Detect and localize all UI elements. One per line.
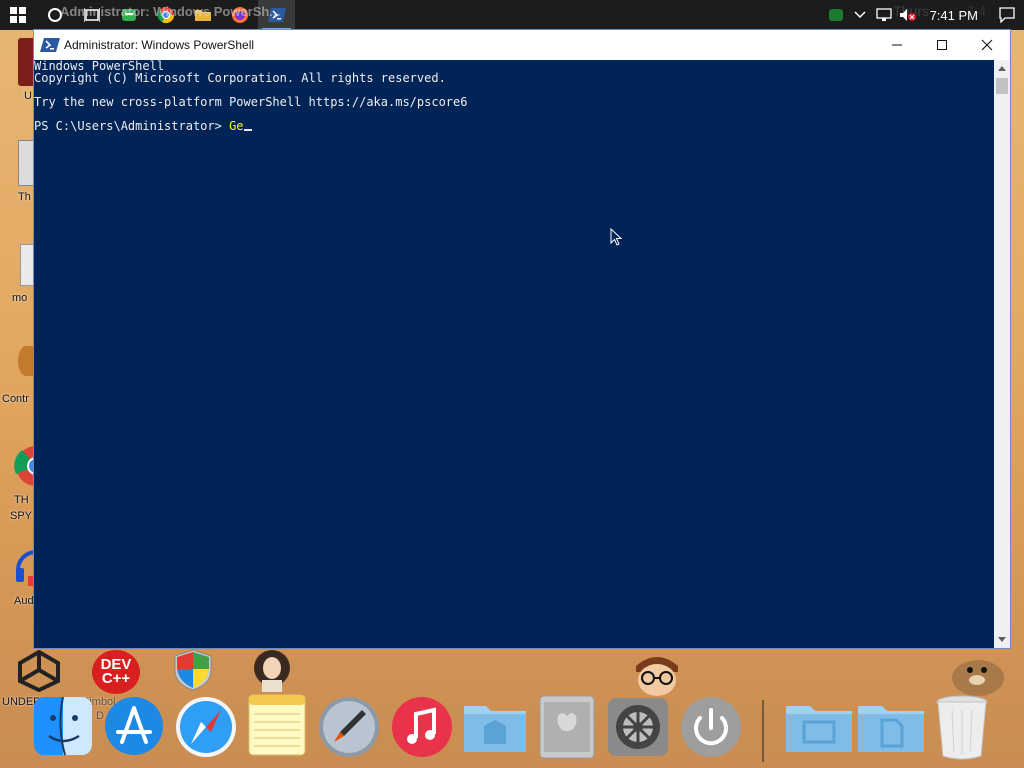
mac-pro-icon[interactable] [536, 694, 598, 760]
folder-document-icon[interactable] [856, 700, 926, 754]
powershell-icon [40, 38, 60, 52]
power-icon[interactable] [680, 696, 742, 758]
task-view-button[interactable] [73, 0, 110, 30]
maximize-icon [937, 40, 947, 50]
desktop-icon-4[interactable] [18, 346, 34, 376]
green-app-icon [828, 9, 843, 21]
window-title: Administrator: Windows PowerShell [64, 38, 255, 52]
trash-icon[interactable] [934, 694, 990, 760]
folder-icon [194, 10, 211, 21]
desktop-label-2: Th [18, 191, 31, 203]
finder-icon[interactable] [33, 696, 93, 756]
notes-icon[interactable] [248, 694, 306, 756]
scroll-down-button[interactable] [994, 632, 1010, 648]
desktop-label-1: U [24, 90, 32, 102]
desktop-label-4: Contr [2, 393, 29, 405]
launchpad-icon[interactable] [318, 696, 380, 758]
text-cursor [243, 129, 252, 131]
notification-icon [999, 7, 1015, 23]
console-line: Try the new cross-platform PowerShell ht… [34, 95, 468, 109]
mouse-pointer-icon [610, 228, 622, 246]
portrait-icon[interactable] [248, 648, 296, 692]
volume-button[interactable] [896, 0, 920, 30]
network-button[interactable] [872, 0, 896, 30]
dock [0, 694, 1024, 768]
show-hidden-icons-button[interactable] [848, 0, 872, 30]
taskbar-powershell[interactable] [258, 0, 295, 30]
arrow-down-icon [998, 637, 1006, 642]
powershell-icon [267, 8, 286, 22]
maximize-button[interactable] [919, 30, 965, 60]
system-preferences-icon[interactable] [606, 696, 670, 758]
devcpp-label: DEV C++ [100, 656, 132, 687]
tray-clock[interactable]: 7:41 PM [920, 8, 990, 23]
taskbar-firefox[interactable] [221, 0, 258, 30]
arrow-up-icon [998, 66, 1006, 71]
console-line: Copyright (C) Microsoft Corporation. All… [34, 71, 446, 85]
desktop-chrome-icon[interactable] [14, 444, 36, 488]
unity-icon[interactable] [16, 650, 62, 692]
taskbar: Administrator: Windows PowerSh... Thurs … [0, 0, 1024, 30]
taskbar-chrome[interactable] [147, 0, 184, 30]
scroll-up-button[interactable] [994, 60, 1010, 76]
vertical-scrollbar[interactable] [994, 60, 1010, 648]
system-tray: 7:41 PM [824, 0, 1024, 30]
taskbar-chat-app[interactable] [110, 0, 147, 30]
prompt-text: PS C:\Users\Administrator> [34, 119, 230, 133]
dock-separator [762, 700, 764, 762]
task-view-icon [83, 8, 100, 22]
folder-window-icon[interactable] [784, 700, 854, 754]
chrome-icon [157, 7, 174, 24]
action-center-button[interactable] [990, 0, 1024, 30]
safari-icon[interactable] [175, 696, 237, 758]
console-output[interactable]: Windows PowerShell Copyright (C) Microso… [34, 60, 994, 648]
devcpp-icon[interactable]: DEV C++ [92, 650, 140, 694]
cartoon-face-icon[interactable] [630, 652, 684, 696]
folder-library-icon[interactable] [462, 700, 528, 754]
desktop-audio-icon[interactable] [14, 546, 36, 590]
desktop-label-7: Aud [14, 595, 34, 607]
firefox-icon [231, 7, 248, 23]
marmot-icon[interactable] [944, 650, 1008, 696]
close-icon [981, 39, 993, 51]
windows-icon [10, 7, 26, 23]
taskbar-file-explorer[interactable] [184, 0, 221, 30]
typed-command: Ge [229, 119, 244, 133]
minimize-button[interactable] [874, 30, 920, 60]
chevron-down-icon [854, 11, 866, 19]
music-icon[interactable] [391, 696, 453, 758]
app-store-icon[interactable] [104, 696, 164, 756]
close-button[interactable] [964, 30, 1010, 60]
window-titlebar[interactable]: Administrator: Windows PowerShell [34, 30, 1010, 60]
desktop-shortcut-row: UNDER DEV C++ Simbol D th 2 [0, 648, 1024, 722]
desktop-label-3: mo [12, 292, 28, 304]
scrollbar-thumb[interactable] [996, 78, 1008, 94]
powershell-window: Administrator: Windows PowerShell Window… [34, 30, 1010, 648]
shield-icon[interactable] [172, 648, 214, 692]
chat-app-icon [121, 9, 136, 21]
prompt-line: PS C:\Users\Administrator> Ge [34, 120, 252, 132]
desktop-label-5: TH [14, 494, 29, 506]
speaker-muted-icon [899, 9, 916, 21]
desktop-label-6: SPY [10, 510, 33, 522]
tray-app-button[interactable] [824, 0, 848, 30]
start-button[interactable] [0, 0, 36, 30]
cortana-circle-icon [47, 8, 62, 22]
cortana-button[interactable] [36, 0, 73, 30]
minimize-icon [892, 44, 902, 46]
network-icon [875, 8, 892, 21]
